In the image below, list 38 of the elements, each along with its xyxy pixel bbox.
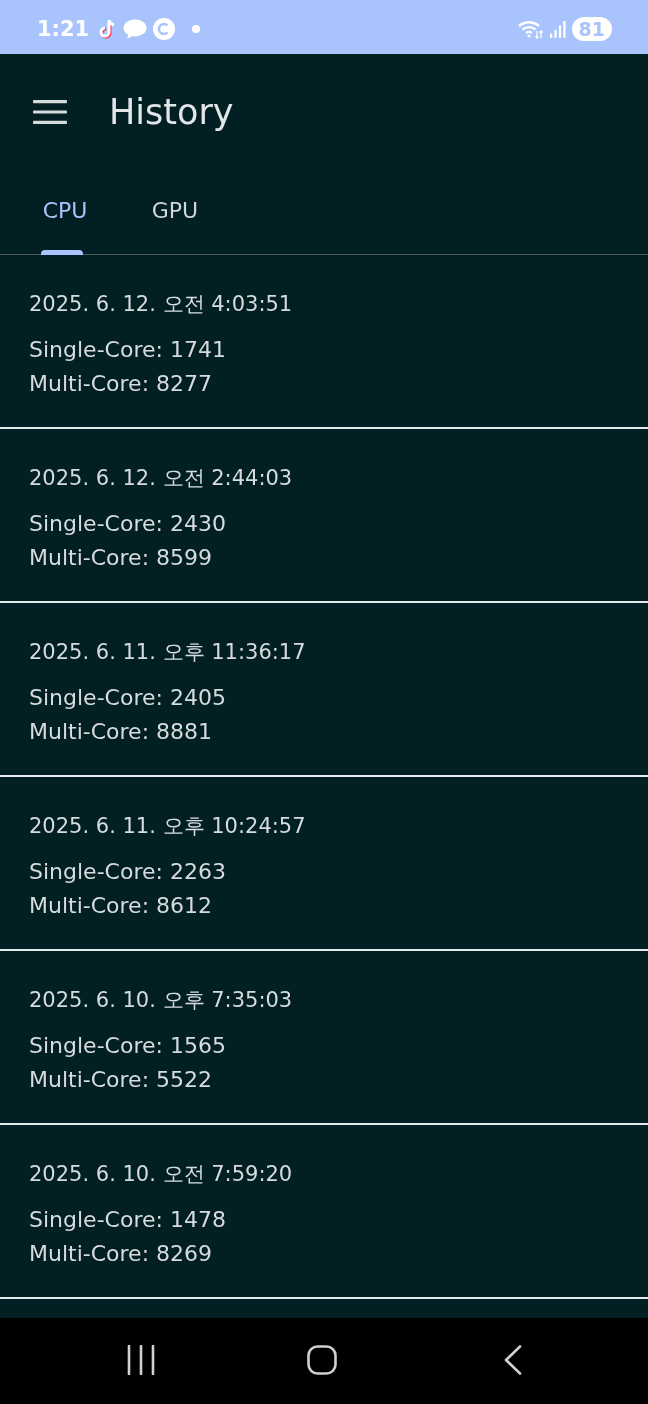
multi-core-score: Multi-Core: 5522 (29, 1066, 213, 1094)
history-entry[interactable]: 2025. 6. 11. 오후 10:24:57 Single-Core: 2263 Multi-Core: 8612 (0, 777, 648, 951)
battery-level: 81 (571, 17, 612, 41)
chat-bubble-icon (123, 19, 148, 39)
recent-apps-icon[interactable] (126, 1345, 155, 1375)
screen-title: History (109, 92, 234, 132)
entry-date: 2025. 6. 12. 오전 2:44:03 (29, 465, 293, 492)
single-core-score: Single-Core: 2405 (29, 684, 226, 712)
multi-core-score: Multi-Core: 8881 (29, 718, 213, 746)
multi-core-score: Multi-Core: 8599 (29, 544, 213, 572)
history-entry[interactable]: 2025. 6. 10. 오후 7:35:03 Single-Core: 1565 Multi-Core: 5522 (0, 951, 648, 1125)
entry-date: 2025. 6. 10. 오후 7:35:03 (29, 987, 293, 1014)
entry-date: 2025. 6. 11. 오후 10:24:57 (29, 813, 306, 840)
entry-date: 2025. 6. 12. 오전 4:03:51 (29, 291, 293, 318)
entry-date: 2025. 6. 11. 오후 11:36:17 (29, 639, 306, 666)
notification-dot-icon (192, 25, 201, 33)
home-icon[interactable] (306, 1345, 337, 1375)
history-entry[interactable]: 2025. 6. 12. 오전 4:03:51 Single-Core: 1741 Multi-Core: 8277 (0, 255, 648, 429)
multi-core-score: Multi-Core: 8269 (29, 1240, 213, 1268)
menu-icon[interactable] (33, 100, 67, 124)
history-entry[interactable]: 2025. 6. 10. 오전 7:59:20 Single-Core: 1478 Multi-Core: 8269 (0, 1125, 648, 1299)
wifi-icon (517, 19, 544, 39)
history-entry[interactable]: 2025. 6. 11. 오후 11:36:17 Single-Core: 2405 Multi-Core: 8881 (0, 603, 648, 777)
single-core-score: Single-Core: 1741 (29, 336, 226, 364)
multi-core-score: Multi-Core: 8277 (29, 370, 213, 398)
multi-core-score: Multi-Core: 8612 (29, 892, 213, 920)
back-icon[interactable] (503, 1345, 522, 1375)
tab[interactable]: CPU (10, 170, 120, 254)
circle-c-icon (153, 18, 176, 40)
single-core-score: Single-Core: 1565 (29, 1032, 226, 1060)
single-core-score: Single-Core: 1478 (29, 1206, 226, 1234)
tab[interactable]: GPU (120, 170, 230, 254)
history-entry[interactable]: 2025. 6. 12. 오전 2:44:03 Single-Core: 2430 Multi-Core: 8599 (0, 429, 648, 603)
single-core-score: Single-Core: 2263 (29, 858, 226, 886)
signal-icon (549, 20, 566, 38)
status-time: 1:21 (37, 17, 90, 41)
single-core-score: Single-Core: 2430 (29, 510, 226, 538)
entry-date: 2025. 6. 10. 오전 7:59:20 (29, 1161, 293, 1188)
